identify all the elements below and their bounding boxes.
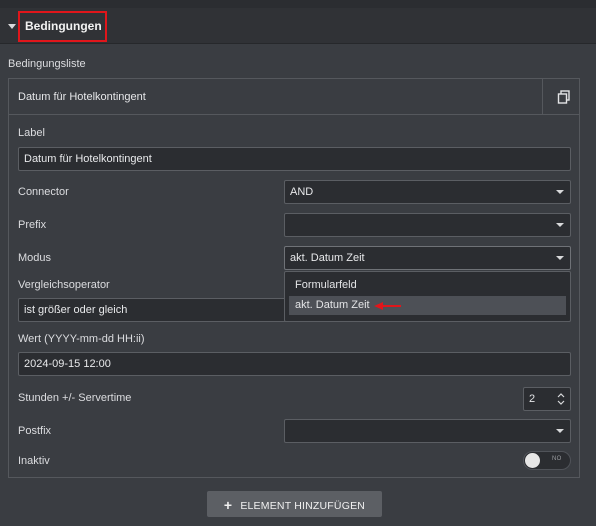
mode-dropdown: Formularfeld akt. Datum Zeit <box>284 271 571 322</box>
postfix-label: Postfix <box>18 425 52 437</box>
value-input-value: 2024-09-15 12:00 <box>24 358 111 370</box>
stepper-arrows-icon[interactable] <box>557 391 565 407</box>
chevron-down-icon <box>556 223 564 227</box>
add-element-label: ELEMENT HINZUFÜGEN <box>240 500 366 512</box>
copy-icon[interactable] <box>557 90 571 104</box>
chevron-down-icon <box>556 256 564 260</box>
value-input[interactable]: 2024-09-15 12:00 <box>18 352 571 376</box>
connector-value: AND <box>290 186 314 198</box>
connector-label: Connector <box>18 186 69 198</box>
inactive-toggle[interactable]: NO <box>523 451 571 470</box>
mode-option-label: Formularfeld <box>295 279 357 291</box>
add-element-button[interactable]: + ELEMENT HINZUFÜGEN <box>207 491 382 517</box>
connector-select[interactable]: AND <box>284 180 571 204</box>
plus-icon: + <box>223 497 233 513</box>
condition-title: Datum für Hotelkontingent <box>18 91 146 103</box>
mode-label: Modus <box>18 252 52 264</box>
chevron-down-icon <box>556 429 564 433</box>
hours-value: 2 <box>529 393 536 405</box>
mode-option-formularfeld[interactable]: Formularfeld <box>289 276 566 295</box>
section-header[interactable]: Bedingungen <box>0 8 596 44</box>
postfix-select[interactable] <box>284 419 571 443</box>
caret-down-icon[interactable] <box>8 24 16 29</box>
label-field-label: Label <box>18 127 45 139</box>
chevron-down-icon <box>556 190 564 194</box>
mode-select[interactable]: akt. Datum Zeit <box>284 246 571 270</box>
mode-value: akt. Datum Zeit <box>290 252 365 264</box>
hours-label: Stunden +/- Servertime <box>18 392 132 404</box>
hours-stepper[interactable]: 2 <box>523 387 571 411</box>
operator-value: ist größer oder gleich <box>24 304 128 316</box>
prefix-label: Prefix <box>18 219 47 231</box>
toggle-state-text: NO <box>552 456 562 462</box>
value-label: Wert (YYYY-mm-dd HH:ii) <box>18 333 145 345</box>
label-input[interactable]: Datum für Hotelkontingent <box>18 147 571 171</box>
arrow-left-icon <box>374 302 401 310</box>
mode-option-current-datetime[interactable]: akt. Datum Zeit <box>289 296 566 315</box>
header-divider <box>542 79 543 115</box>
operator-label: Vergleichsoperator <box>18 279 110 291</box>
condition-header[interactable]: Datum für Hotelkontingent <box>9 79 579 115</box>
conditions-list-label: Bedingungsliste <box>8 58 86 70</box>
section-title[interactable]: Bedingungen <box>18 11 107 42</box>
label-input-value: Datum für Hotelkontingent <box>24 153 152 165</box>
inactive-label: Inaktiv <box>18 455 50 467</box>
prefix-select[interactable] <box>284 213 571 237</box>
condition-panel: Datum für Hotelkontingent Label Datum fü… <box>8 78 580 478</box>
mode-option-label: akt. Datum Zeit <box>295 299 370 311</box>
toggle-knob <box>525 453 540 468</box>
top-strip <box>0 0 596 8</box>
